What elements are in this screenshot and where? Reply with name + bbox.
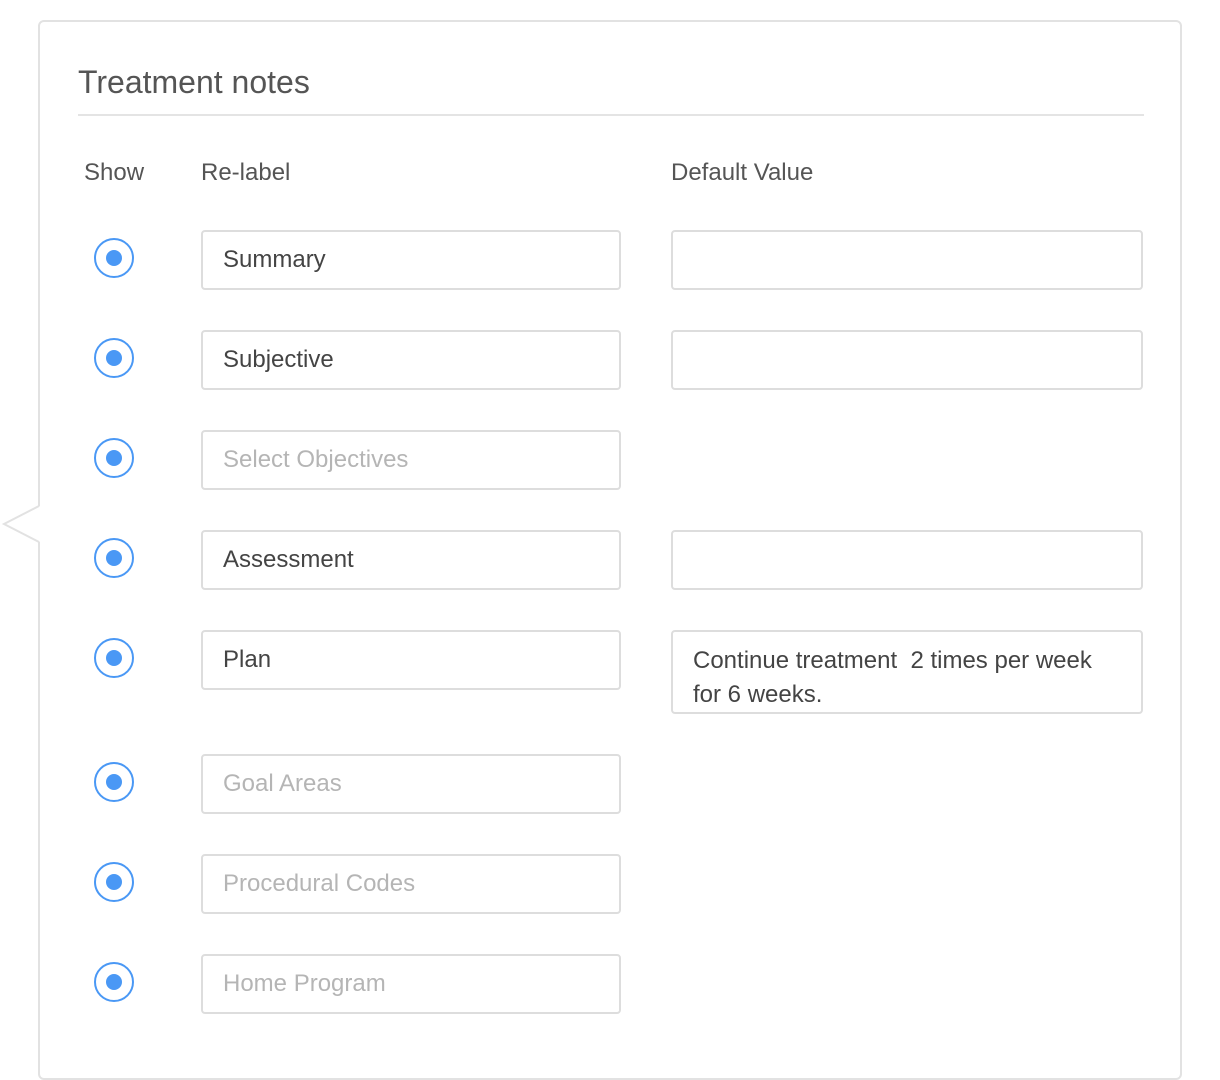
relabel-input-home-program[interactable] xyxy=(201,954,621,1014)
relabel-input-goal-areas[interactable] xyxy=(201,754,621,814)
show-radio-summary[interactable] xyxy=(94,238,134,278)
relabel-input-subjective[interactable] xyxy=(201,330,621,390)
show-radio-procedural-codes[interactable] xyxy=(94,862,134,902)
panel-pointer-arrow xyxy=(1,505,40,543)
radio-selected-dot xyxy=(106,350,122,366)
radio-selected-dot xyxy=(106,250,122,266)
show-radio-plan[interactable] xyxy=(94,638,134,678)
default-value-input-subjective[interactable] xyxy=(671,330,1143,390)
default-value-input-summary[interactable] xyxy=(671,230,1143,290)
radio-selected-dot xyxy=(106,974,122,990)
relabel-input-procedural-codes[interactable] xyxy=(201,854,621,914)
radio-selected-dot xyxy=(106,874,122,890)
show-radio-goal-areas[interactable] xyxy=(94,762,134,802)
section-title: Treatment notes xyxy=(78,64,310,100)
show-radio-home-program[interactable] xyxy=(94,962,134,1002)
radio-selected-dot xyxy=(106,550,122,566)
column-header-default-value: Default Value xyxy=(671,159,814,186)
show-radio-objectives[interactable] xyxy=(94,438,134,478)
radio-selected-dot xyxy=(106,774,122,790)
relabel-input-assessment[interactable] xyxy=(201,530,621,590)
column-header-show: Show xyxy=(84,159,145,186)
default-value-input-assessment[interactable] xyxy=(671,530,1143,590)
title-divider xyxy=(78,114,1144,116)
radio-selected-dot xyxy=(106,450,122,466)
relabel-input-summary[interactable] xyxy=(201,230,621,290)
default-value-textarea-plan[interactable]: Continue treatment 2 times per week for … xyxy=(671,630,1143,714)
radio-selected-dot xyxy=(106,650,122,666)
show-radio-subjective[interactable] xyxy=(94,338,134,378)
column-header-relabel: Re-label xyxy=(201,159,291,186)
relabel-input-plan[interactable] xyxy=(201,630,621,690)
relabel-input-objectives[interactable] xyxy=(201,430,621,490)
show-radio-assessment[interactable] xyxy=(94,538,134,578)
